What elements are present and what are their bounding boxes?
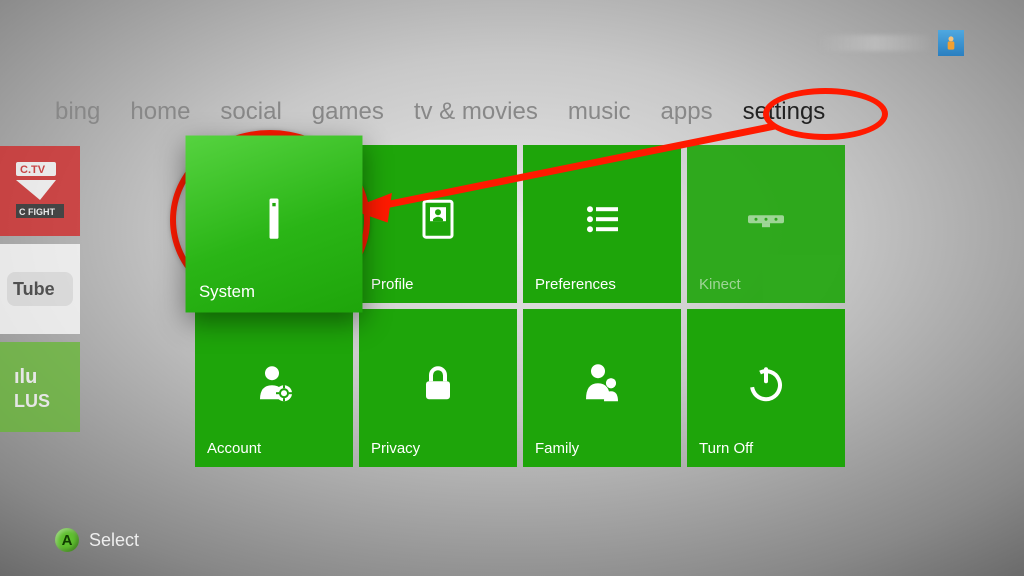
nav-item-social[interactable]: social bbox=[220, 98, 281, 126]
nav-item-apps[interactable]: apps bbox=[661, 98, 713, 126]
gamertag-blurred bbox=[820, 35, 930, 51]
tile-label: Turn Off bbox=[699, 440, 753, 457]
tile-profile[interactable]: Profile bbox=[359, 145, 517, 303]
tile-privacy[interactable]: Privacy bbox=[359, 309, 517, 467]
svg-text:LUS: LUS bbox=[14, 391, 50, 411]
tile-kinect[interactable]: Kinect bbox=[687, 145, 845, 303]
hint-label: Select bbox=[89, 530, 139, 551]
family-icon bbox=[578, 359, 626, 407]
top-nav: bing home social games tv & movies music… bbox=[55, 98, 825, 126]
previous-section-tiles: C.TV C FIGHT Tube ılu LUS bbox=[0, 146, 80, 432]
console-icon bbox=[247, 192, 301, 246]
tile-preferences[interactable]: Preferences bbox=[523, 145, 681, 303]
user-badge[interactable] bbox=[820, 30, 964, 56]
profile-icon bbox=[414, 195, 462, 243]
account-icon bbox=[250, 359, 298, 407]
side-tile-youtube[interactable]: Tube bbox=[0, 244, 80, 334]
tile-label: Privacy bbox=[371, 440, 420, 457]
svg-text:C.TV: C.TV bbox=[20, 164, 46, 176]
button-hint: A Select bbox=[55, 528, 139, 552]
tile-label: Preferences bbox=[535, 276, 616, 293]
tile-label: Kinect bbox=[699, 276, 741, 293]
nav-item-games[interactable]: games bbox=[312, 98, 384, 126]
svg-text:C FIGHT: C FIGHT bbox=[19, 207, 55, 217]
tile-label: Account bbox=[207, 440, 261, 457]
tile-label: Family bbox=[535, 440, 579, 457]
tile-system[interactable]: System bbox=[186, 136, 363, 313]
svg-text:Tube: Tube bbox=[13, 279, 55, 299]
settings-tile-grid: System Profile Preferences Kinect Accoun… bbox=[195, 145, 845, 467]
power-icon bbox=[742, 359, 790, 407]
side-tile-ufc[interactable]: C.TV C FIGHT bbox=[0, 146, 80, 236]
tile-label: Profile bbox=[371, 276, 414, 293]
nav-item-tv-movies[interactable]: tv & movies bbox=[414, 98, 538, 126]
kinect-icon bbox=[742, 195, 790, 243]
avatar bbox=[938, 30, 964, 56]
nav-item-settings[interactable]: settings bbox=[743, 98, 826, 126]
nav-item-music[interactable]: music bbox=[568, 98, 631, 126]
privacy-icon bbox=[414, 359, 462, 407]
tile-turn-off[interactable]: Turn Off bbox=[687, 309, 845, 467]
preferences-icon bbox=[578, 195, 626, 243]
nav-item-bing[interactable]: bing bbox=[55, 98, 100, 126]
tile-family[interactable]: Family bbox=[523, 309, 681, 467]
nav-item-home[interactable]: home bbox=[130, 98, 190, 126]
a-button-icon: A bbox=[55, 528, 79, 552]
tile-label: System bbox=[199, 282, 255, 301]
side-tile-hulu[interactable]: ılu LUS bbox=[0, 342, 80, 432]
svg-text:ılu: ılu bbox=[14, 366, 37, 388]
tile-account[interactable]: Account bbox=[195, 309, 353, 467]
